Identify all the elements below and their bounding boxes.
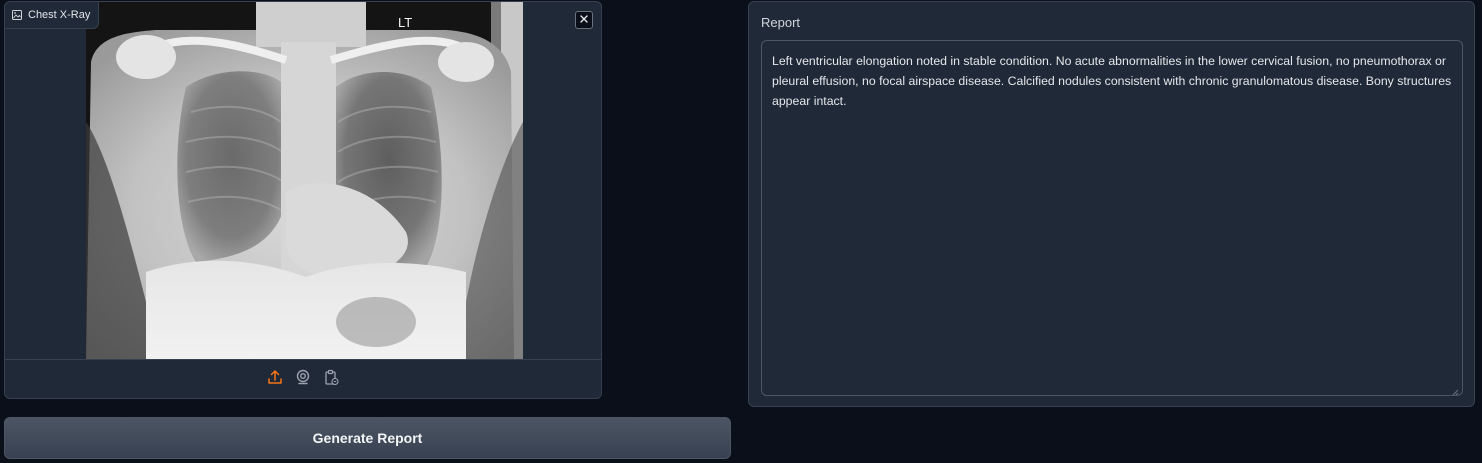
clipboard-icon [323,369,339,390]
webcam-icon [295,369,311,390]
clipboard-source-button[interactable] [322,369,340,390]
webcam-source-button[interactable] [294,369,312,390]
chest-xray-image [86,2,523,360]
image-input-label-text: Chest X-Ray [28,9,91,21]
report-label: Report [761,15,801,30]
image-source-toolbar [5,359,601,398]
image-icon [12,10,22,20]
app-root: Chest X-Ray LT Generate Report Report Le… [0,0,1482,463]
clear-image-button[interactable] [575,11,593,29]
image-input-panel: Chest X-Ray LT [4,1,602,399]
report-textarea[interactable]: Left ventricular elongation noted in sta… [761,40,1463,396]
xray-side-marker: LT [398,15,413,30]
generate-report-button[interactable]: Generate Report [4,417,731,459]
upload-icon [267,369,283,390]
report-text-content: Left ventricular elongation noted in sta… [772,54,1452,108]
close-icon [579,11,589,29]
report-panel: Report Left ventricular elongation noted… [748,1,1475,407]
upload-source-button[interactable] [266,369,284,390]
image-input-label: Chest X-Ray [5,2,100,29]
resize-handle-icon[interactable] [1450,383,1459,395]
